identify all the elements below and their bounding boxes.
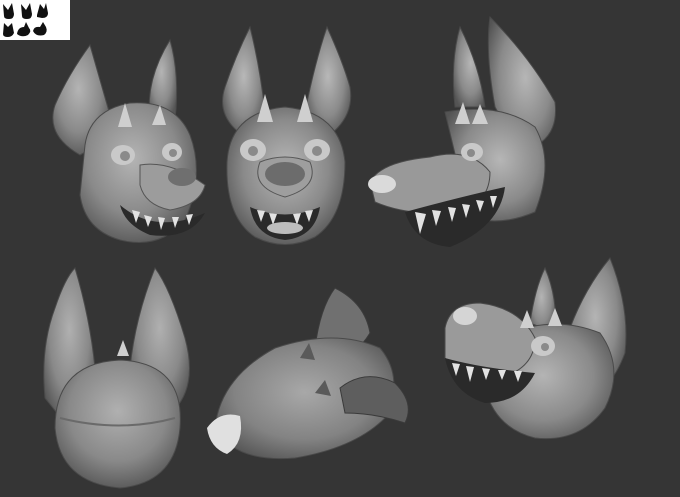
nose (265, 162, 305, 186)
thumb-silhouette (3, 23, 14, 37)
head-view-bottom (205, 287, 415, 468)
head-view-front (205, 22, 365, 257)
thumb-silhouette (3, 3, 14, 19)
nose (168, 168, 196, 186)
thumb-silhouette (21, 3, 32, 19)
head-view-three-quarter-left (40, 25, 220, 255)
head-view-side-profile (360, 12, 580, 262)
head-mass (54, 359, 181, 489)
nose (368, 175, 396, 193)
thumb-silhouette (17, 22, 31, 37)
sculpt-viewport (0, 0, 680, 497)
head-view-three-quarter-right (440, 257, 640, 448)
tongue (267, 222, 303, 234)
horn (117, 340, 129, 356)
ear-left (452, 25, 486, 108)
nose (453, 307, 477, 325)
head-view-back (35, 266, 200, 493)
thumb-silhouette (37, 3, 48, 18)
